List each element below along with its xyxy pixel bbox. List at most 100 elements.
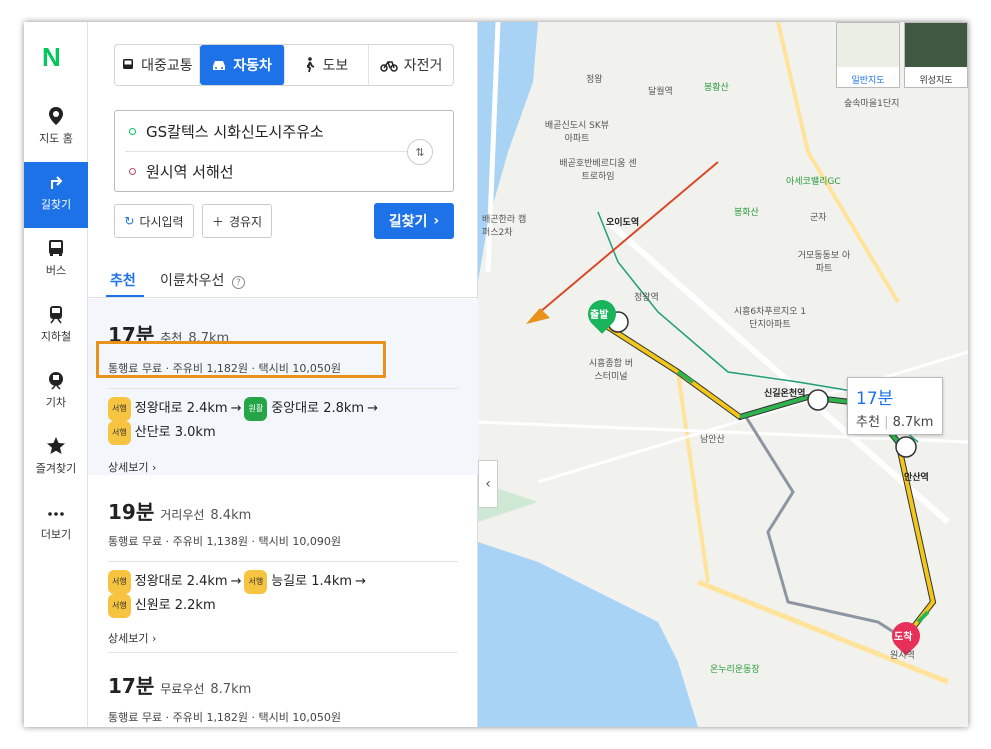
collapse-panel-button[interactable]: ‹ <box>478 460 498 508</box>
map-label: 원시역 <box>890 651 915 661</box>
result-time: 19분 <box>108 500 155 524</box>
chevron-right-icon: › <box>151 461 157 474</box>
search-label: 길찾기 <box>388 214 428 230</box>
map-label: 시흥6차푸르지오 1단지아파트 <box>733 307 807 330</box>
map-label: 달월역 <box>648 87 673 97</box>
map-pin-icon <box>49 107 63 125</box>
detail-link[interactable]: 상세보기 › <box>108 459 458 475</box>
map-label: 온누리운동장 <box>710 665 760 675</box>
tab-bike[interactable]: 자전거 <box>369 45 453 85</box>
reset-button[interactable]: ↻ 다시입력 <box>114 204 194 238</box>
route-result[interactable]: 17분 무료우선 8.7km 통행료 무료 · 주유비 1,182원 · 택시비 1… <box>88 670 478 727</box>
traffic-badge: 서행 <box>108 570 131 594</box>
map-label: 신길온천역 <box>764 389 806 399</box>
road-segment: 정왕대로 2.4km <box>134 574 228 589</box>
highlight-box <box>96 341 386 378</box>
nav-item-map-home[interactable]: 지도 홈 <box>24 96 88 162</box>
route-input-box: GS칼텍스 시화신도시주유소 원시역 서해선 ⇅ <box>114 110 454 192</box>
traffic-badge: 서행 <box>108 421 131 445</box>
train-icon <box>49 372 63 390</box>
detail-label: 상세보기 <box>108 461 149 474</box>
search-route-button[interactable]: 길찾기 › <box>374 203 454 239</box>
nav-label: 기차 <box>45 396 67 409</box>
map-label: 안산역 <box>904 473 929 483</box>
star-icon <box>47 437 65 454</box>
nav-label: 버스 <box>45 264 67 277</box>
result-fee: 통행료 무료 · 주유비 1,138원 · 택시비 10,090원 <box>108 535 342 548</box>
nav-item-train[interactable]: 기차 <box>24 360 88 426</box>
destination-field[interactable]: 원시역 서해선 <box>129 151 234 191</box>
popup-time: 17분 <box>856 389 894 409</box>
result-tag: 무료우선 <box>160 682 205 696</box>
map-label: 숲속마을1단지 <box>844 99 900 109</box>
plus-icon: ＋ <box>211 214 224 229</box>
tab-eco[interactable]: 이륜차우선 ? <box>160 270 245 290</box>
result-distance: 8.7km <box>210 682 252 697</box>
bus-icon <box>49 240 63 256</box>
tab-transit[interactable]: 대중교통 <box>115 45 200 85</box>
map-label: 봉화산 <box>734 208 759 218</box>
map-label: 배곤한라 캠퍼스2차 <box>482 215 527 238</box>
road-segment: 능길로 1.4km <box>271 574 353 589</box>
car-icon <box>213 61 226 70</box>
map-thumbnail <box>837 23 899 67</box>
tab-label: 대중교통 <box>141 58 193 74</box>
arrow-icon: → <box>367 401 378 416</box>
divider <box>108 652 458 653</box>
road-list: 서행 산단로 3.0km <box>108 421 458 445</box>
arrow-icon: → <box>230 401 242 416</box>
route-result[interactable]: 17분 추천 8.7km 통행료 무료 · 주유비 1,182원 · 택시비 10,… <box>88 299 478 475</box>
map-label: 정왕역 <box>634 293 659 303</box>
start-label: 출발 <box>590 310 609 321</box>
swap-button[interactable]: ⇅ <box>407 139 433 165</box>
nav-item-favorites[interactable]: 즐겨찾기 <box>24 426 88 492</box>
map-label: 군자 <box>810 213 827 223</box>
map-label: 배곧호반베르디움 센트로하임 <box>559 159 637 182</box>
road-list: 서행 정왕대로 2.4km → 원활 중앙대로 2.8km → <box>108 397 458 421</box>
tab-walk[interactable]: 도보 <box>285 45 370 85</box>
tab-car[interactable]: 자동차 <box>199 45 285 85</box>
detail-label: 상세보기 <box>108 632 149 645</box>
nav-item-directions[interactable]: 길찾기 <box>24 162 88 228</box>
road-list: 서행 신원로 2.2km <box>108 594 458 618</box>
detail-link[interactable]: 상세보기 › <box>108 630 458 646</box>
origin-dot-icon <box>129 127 136 135</box>
map-type-normal-button[interactable]: 일반지도 <box>836 22 900 88</box>
chevron-right-icon: › <box>433 213 440 229</box>
route-summary-popup[interactable]: 17분 추천 | 8.7km <box>847 377 943 435</box>
swap-icon: ⇅ <box>415 145 425 159</box>
directions-icon <box>51 176 63 189</box>
reset-label: 다시입력 <box>139 214 184 229</box>
chevron-right-icon: › <box>151 632 157 645</box>
map-view[interactable]: 출발 도착 정왕 달월역 봉황산 배곧신도시 SK뷰아파트 배곧호반베르디움 센… <box>478 22 968 727</box>
arrow-icon: → <box>355 574 367 589</box>
map-type-satellite-button[interactable]: 위성지도 <box>904 22 968 88</box>
road-list: 서행 정왕대로 2.4km → 서행 능길로 1.4km → <box>108 570 458 594</box>
road-segment: 신원로 2.2km <box>134 598 216 613</box>
end-label: 도착 <box>894 632 913 643</box>
map-label: 정왕 <box>586 75 603 85</box>
nav-item-subway[interactable]: 지하철 <box>24 294 88 360</box>
bus-icon <box>123 59 134 69</box>
nav-item-bus[interactable]: 버스 <box>24 228 88 294</box>
waypoint-button[interactable]: ＋ 경유지 <box>202 204 272 238</box>
naver-logo[interactable]: N <box>42 42 68 72</box>
traffic-badge: 서행 <box>108 594 131 618</box>
nav-item-more[interactable]: 더보기 <box>24 492 88 558</box>
traffic-badge: 원활 <box>244 397 268 421</box>
bike-icon <box>380 61 398 72</box>
tab-recommended[interactable]: 추천 <box>110 270 136 290</box>
result-fee: 통행료 무료 · 주유비 1,182원 · 택시비 10,050원 <box>108 711 342 724</box>
road-segment: 중앙대로 2.8km <box>271 401 365 416</box>
walk-icon <box>307 57 315 73</box>
map-label: 봉황산 <box>704 83 729 93</box>
map-label: 남안산 <box>700 435 725 445</box>
origin-field[interactable]: GS칼텍스 시화신도시주유소 <box>129 111 324 151</box>
nav-label: 지도 홈 <box>39 132 73 145</box>
chevron-left-icon: ‹ <box>485 476 491 492</box>
route-result[interactable]: 19분 거리우선 8.4km 통행료 무료 · 주유비 1,138원 · 택시비 1… <box>88 492 478 645</box>
road-segment: 정왕대로 2.4km <box>134 401 228 416</box>
map-type-label: 위성지도 <box>919 76 953 86</box>
result-time: 17분 <box>108 674 155 698</box>
arrow-icon: → <box>230 574 242 589</box>
